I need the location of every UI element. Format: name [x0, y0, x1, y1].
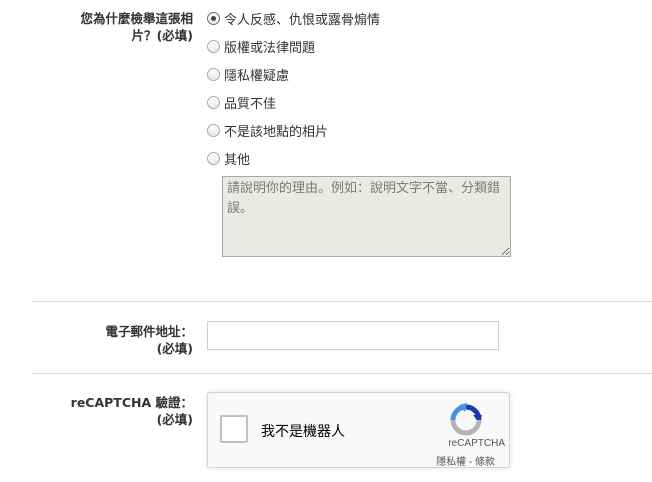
links-separator: -: [466, 457, 475, 468]
reason-option[interactable]: 隱私權疑慮: [207, 64, 289, 84]
reason-label: 您為什麼檢舉這張相片？(必填): [60, 10, 193, 44]
terms-link[interactable]: 條款: [475, 457, 495, 468]
reason-option-label: 品質不佳: [224, 96, 277, 112]
email-label: 電子郵件地址： (必填): [60, 323, 193, 357]
radio-button[interactable]: [207, 11, 220, 25]
recaptcha-widget: 我不是機器人 reCAPTCHA 隱私權 - 條款: [207, 392, 510, 468]
reason-option-label: 令人反感、仇恨或露骨煽情: [224, 12, 381, 28]
recaptcha-brand: reCAPTCHA: [448, 438, 505, 449]
section-divider: [32, 373, 652, 374]
captcha-required-text: (必填): [156, 412, 193, 427]
email-required-text: (必填): [156, 341, 193, 356]
reason-option-label: 其他: [224, 152, 251, 168]
reason-option-label: 隱私權疑慮: [224, 68, 290, 84]
radio-button[interactable]: [207, 151, 220, 165]
recaptcha-links: 隱私權 - 條款: [436, 453, 495, 468]
radio-button[interactable]: [207, 95, 220, 109]
reason-option[interactable]: 版權或法律問題: [207, 36, 315, 56]
reason-option[interactable]: 不是該地點的相片: [207, 120, 328, 140]
captcha-label: reCAPTCHA 驗證： (必填): [40, 394, 193, 428]
captcha-label-text: reCAPTCHA 驗證：: [70, 395, 193, 410]
reason-option-label: 不是該地點的相片: [224, 124, 329, 140]
reason-option[interactable]: 令人反感、仇恨或露骨煽情: [207, 8, 380, 28]
reason-option[interactable]: 其他: [207, 148, 250, 168]
privacy-link[interactable]: 隱私權: [436, 457, 466, 468]
recaptcha-checkbox[interactable]: [220, 415, 248, 443]
recaptcha-logo-icon: [450, 403, 482, 436]
radio-button[interactable]: [207, 67, 220, 81]
reason-option[interactable]: 品質不佳: [207, 92, 276, 112]
email-input[interactable]: [207, 321, 499, 350]
radio-button[interactable]: [207, 123, 220, 137]
section-divider: [32, 301, 652, 302]
recaptcha-checkbox-label: 我不是機器人: [261, 424, 345, 440]
email-label-text: 電子郵件地址：: [105, 324, 193, 339]
reason-textarea[interactable]: [222, 176, 511, 257]
reason-option-label: 版權或法律問題: [224, 40, 316, 56]
reason-required-text: (必填): [156, 28, 193, 43]
radio-button[interactable]: [207, 39, 220, 53]
